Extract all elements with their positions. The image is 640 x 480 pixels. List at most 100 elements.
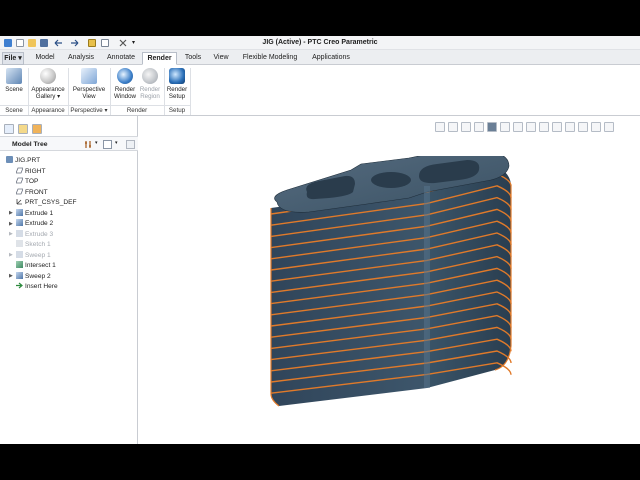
tree-item-intersect-1[interactable]: Intersect 1 [16,261,56,271]
tree-item-label: Extrude 2 [25,220,54,227]
expand-sweep-2-icon[interactable]: ▶ [9,273,13,279]
view-manager-icon[interactable] [513,122,523,132]
display-style-icon[interactable] [487,122,497,132]
show-columns-icon[interactable] [103,140,112,149]
hole-center [371,172,411,188]
datum-axes-display-icon[interactable] [539,122,549,132]
tree-settings-icon[interactable] [84,140,93,149]
quick-access-bar: ▾ JIG (Active) - PTC Creo Parametric [0,36,640,50]
tree-item-label: Insert Here [25,283,58,290]
datum-planes-display-icon[interactable] [526,122,536,132]
csys-display-icon[interactable] [565,122,575,132]
tree-item-label: PRT_CSYS_DEF [25,199,77,206]
render-region-label2: Region [140,93,160,100]
zoom-out-icon[interactable] [461,122,471,132]
model-tree-tab-icon[interactable] [4,124,14,134]
model-tree-title: Model Tree [12,141,48,148]
folder-browser-tab-icon[interactable] [18,124,28,134]
tab-applications[interactable]: Applications [306,52,356,65]
tree-item-label: Sweep 1 [25,251,51,259]
perspective-view-icon [81,68,97,84]
extrude-icon [16,208,23,216]
render-window-label2: Window [113,93,136,100]
divider [190,68,191,115]
window-title: JIG (Active) - PTC Creo Parametric [262,39,378,46]
tree-item-right[interactable]: RIGHT [15,167,46,177]
perspective-view-button[interactable]: Perspective View [70,68,108,100]
animation-icon[interactable] [604,122,614,132]
render-setup-button[interactable]: Render Setup [166,68,188,100]
annotation-display-icon[interactable] [578,122,588,132]
tree-item-label: Extrude 1 [25,209,54,217]
gallery-label: Gallery [35,93,56,100]
navigator-tabs [0,121,138,135]
tab-model[interactable]: Model [30,52,60,65]
group-perspective[interactable]: Perspective ▾ [68,105,110,116]
tree-item-csys[interactable]: PRT_CSYS_DEF [16,198,77,208]
creo-window: ▾ JIG (Active) - PTC Creo Parametric Fil… [0,36,640,444]
render-region-button[interactable]: Render Region [138,68,162,100]
group-scene: Scene [0,105,28,116]
right-face [427,166,511,388]
tab-view[interactable]: View [208,52,234,65]
tree-item-extrude-1[interactable]: Extrude 1 [16,208,54,219]
render-setup-icon [169,68,185,84]
scene-icon [6,68,22,84]
sweep-icon [16,250,23,258]
tree-item-front[interactable]: FRONT [15,188,48,198]
csys-icon [16,198,23,205]
navigator-panel: Model Tree ▾ ▾ JIG.PRT RIGHT TOP FRONT P… [0,116,138,444]
model-tree-header: Model Tree ▾ ▾ [0,136,138,151]
render-window-icon [117,68,133,84]
point-display-icon[interactable] [552,122,562,132]
tab-tools[interactable]: Tools [180,52,206,65]
extrude-icon [16,229,23,237]
tab-file[interactable]: File ▾ [2,52,24,65]
expand-extrude-3-icon[interactable]: ▶ [9,231,13,237]
tab-file-label: File [4,55,17,62]
model-body [270,156,512,407]
tree-item-top[interactable]: TOP [15,177,38,187]
part-icon [6,156,13,163]
render-window-button[interactable]: Render Window [112,68,138,100]
tab-render[interactable]: Render [142,52,177,65]
expand-extrude-1-icon[interactable]: ▶ [9,210,13,216]
zoom-in-icon[interactable] [448,122,458,132]
tab-annotate[interactable]: Annotate [102,52,140,65]
expand-extrude-2-icon[interactable]: ▶ [9,221,13,227]
render-region-icon [142,68,158,84]
show-dropdown-icon[interactable]: ▾ [115,140,124,149]
tree-item-part[interactable]: JIG.PRT [6,156,40,166]
tree-item-sketch-1[interactable]: Sketch 1 [16,240,51,250]
sweep-icon [16,271,23,279]
tree-item-extrude-2[interactable]: Extrude 2 [16,219,53,229]
group-perspective-label: Perspective [70,107,103,114]
favorites-tab-icon[interactable] [32,124,42,134]
repaint-icon[interactable] [474,122,484,132]
tree-item-label: Sweep 2 [25,272,51,280]
ribbon: Scene Appearance Gallery ▾ Perspective V… [0,65,640,116]
tree-item-sweep-1[interactable]: Sweep 1 [16,250,51,261]
perspective-label: Perspective [72,86,106,93]
tree-item-label: FRONT [25,188,48,196]
refit-icon[interactable] [435,122,445,132]
group-appearance: Appearance [28,105,68,116]
sketch-icon [16,240,23,247]
tree-item-insert-here[interactable]: Insert Here [16,282,58,292]
appearance-gallery-button[interactable]: Appearance Gallery ▾ [30,68,66,100]
expand-sweep-1-icon[interactable]: ▶ [9,252,13,258]
appearance-label: Appearance [31,86,65,93]
appearance-sphere-icon [40,68,56,84]
tree-item-sweep-2[interactable]: Sweep 2 [16,271,51,282]
spin-center-icon[interactable] [591,122,601,132]
tab-analysis[interactable]: Analysis [63,52,99,65]
render-region-label1: Render [139,86,161,93]
tree-filter-icon[interactable] [126,140,135,149]
tree-item-extrude-3[interactable]: Extrude 3 [16,229,53,240]
scene-button[interactable]: Scene [3,68,25,93]
render-setup-label2: Setup [168,93,186,100]
tab-flexible-modeling[interactable]: Flexible Modeling [236,52,304,65]
saved-orientations-icon[interactable] [500,122,510,132]
graphics-area[interactable] [139,116,640,444]
jig-3d-model [270,156,512,407]
